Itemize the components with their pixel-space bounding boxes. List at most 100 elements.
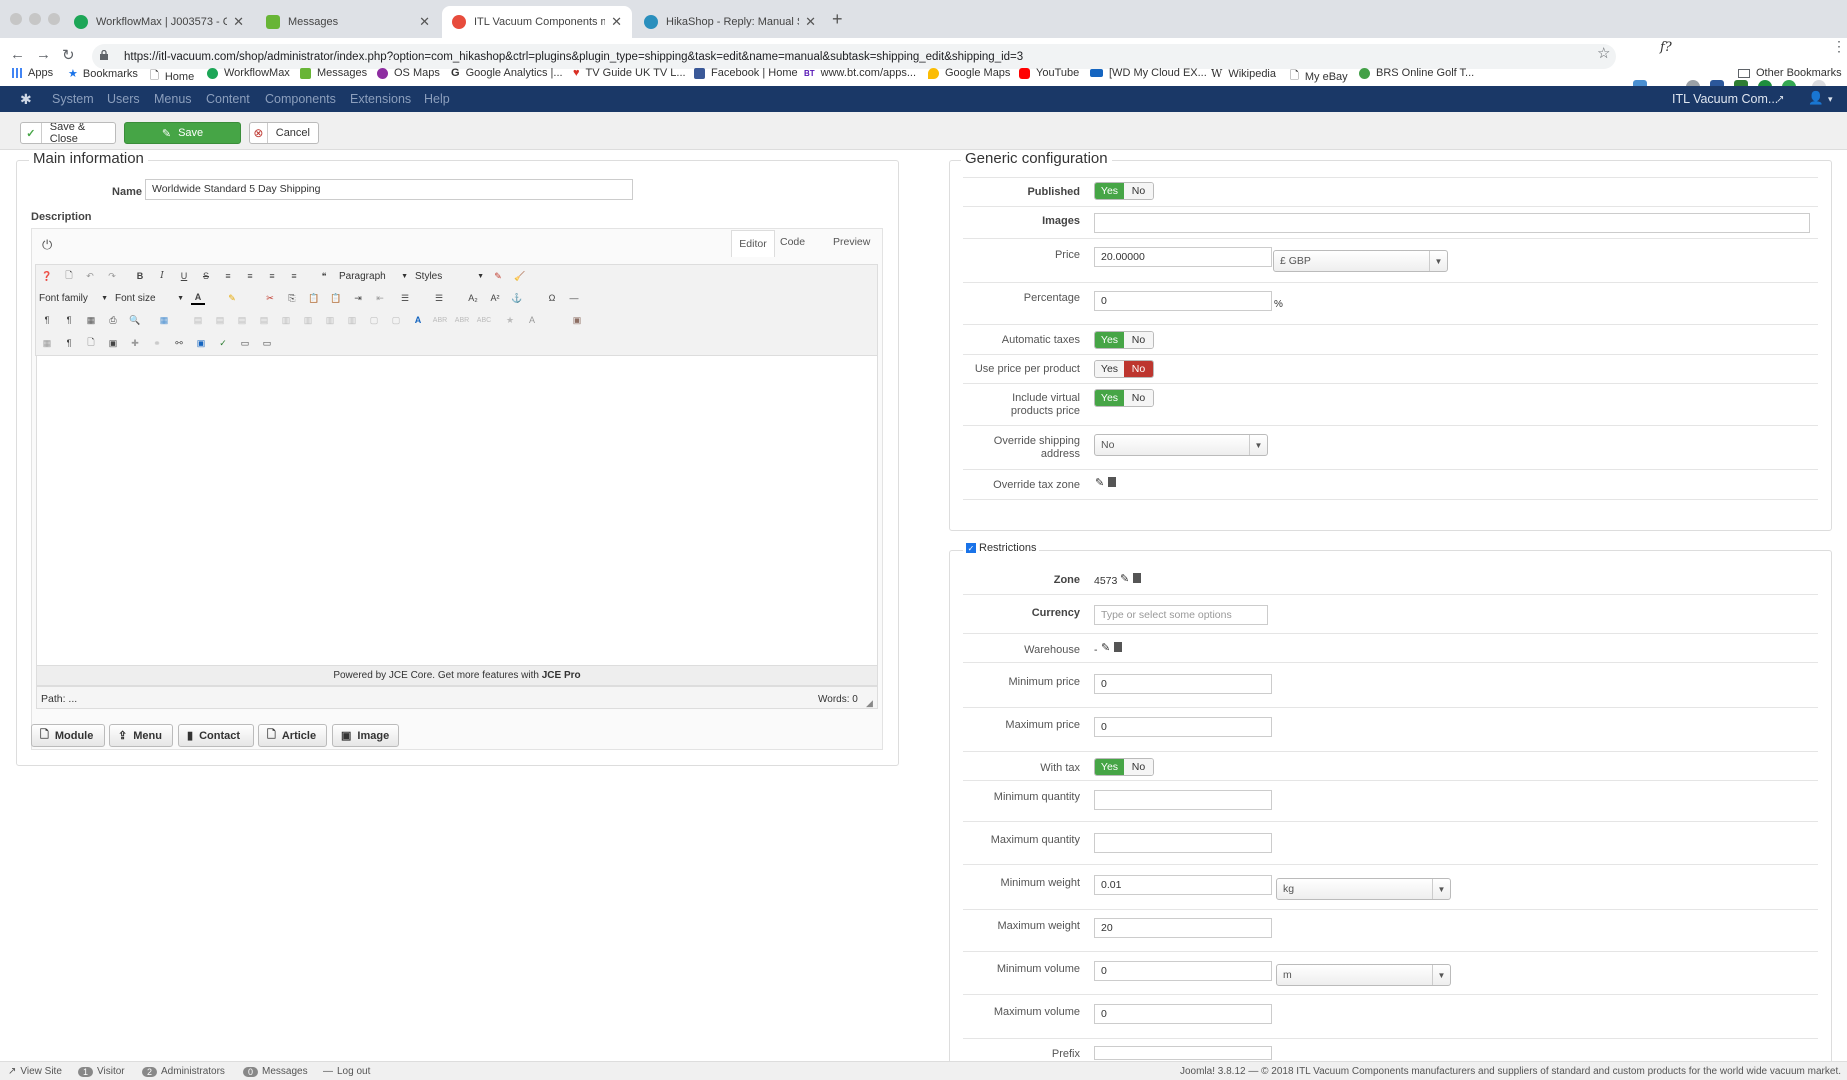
align-justify-icon[interactable]: ≡ (221, 269, 235, 283)
currency-multiselect[interactable]: Type or select some options (1094, 605, 1268, 625)
move-icon[interactable]: ✚ (128, 336, 142, 350)
browser-tab-itl-vacuum[interactable]: ITL Vacuum Components man ✕ (442, 6, 632, 38)
bookmark-home[interactable]: 🗋 Home (150, 67, 194, 86)
layer-icon[interactable]: ▭ (260, 336, 274, 350)
non-break-icon[interactable]: 🗋 (84, 336, 98, 350)
save-close-button[interactable]: ✓ Save & Close (20, 122, 116, 144)
maximum-volume-input[interactable]: 0 (1094, 1004, 1272, 1024)
browser-tab-messages[interactable]: Messages ✕ (256, 6, 440, 38)
automatic-taxes-yes[interactable]: Yes (1095, 332, 1124, 348)
unlink-icon[interactable]: ⚭ (150, 336, 164, 350)
bookmark-os-maps[interactable]: OS Maps (377, 67, 440, 79)
price-currency-select[interactable]: £ GBP ▼ (1273, 250, 1448, 272)
maximum-weight-input[interactable]: 20 (1094, 918, 1272, 938)
published-yes[interactable]: Yes (1095, 183, 1124, 199)
bookmark-facebook[interactable]: Facebook | Home (694, 67, 798, 79)
horizontal-rule-icon[interactable]: — (567, 291, 581, 305)
source-code-icon[interactable]: ▦ (84, 313, 98, 327)
bookmark-google-analytics[interactable]: G Google Analytics |... (451, 67, 563, 79)
undo-icon[interactable]: ↶ (83, 269, 97, 283)
back-arrow-icon[interactable]: ← (10, 46, 25, 63)
bookmark-workflowmax[interactable]: WorkflowMax (207, 67, 290, 79)
bookmark-apps[interactable]: Apps (12, 67, 53, 79)
pencil-icon[interactable]: ✎ (1120, 572, 1129, 585)
resize-handle-icon[interactable]: ◢ (866, 698, 873, 709)
link-icon[interactable]: ⚯ (172, 336, 186, 350)
external-link-icon[interactable]: ↗ (1776, 94, 1784, 105)
visual-chars-icon[interactable]: ¶ (62, 336, 76, 350)
minimum-volume-input[interactable]: 0 (1094, 961, 1272, 981)
with-tax-no[interactable]: No (1124, 759, 1153, 775)
pencil-icon[interactable]: ✎ (1101, 641, 1110, 654)
italic-icon[interactable]: I (155, 269, 169, 283)
caret-down-icon[interactable]: ▾ (1828, 94, 1833, 105)
abbr-icon[interactable]: ABR (433, 313, 447, 327)
trash-icon[interactable] (1133, 573, 1141, 583)
menu-users[interactable]: Users (107, 92, 140, 106)
del-icon[interactable]: ABC (477, 313, 491, 327)
bookmark-wd-cloud[interactable]: [WD My Cloud EX... (1090, 67, 1207, 79)
table-icon[interactable]: ▦ (157, 313, 171, 327)
use-price-per-product-yes[interactable]: Yes (1095, 361, 1124, 377)
row-props-icon[interactable]: ▤ (213, 313, 227, 327)
broom-icon[interactable]: 🧹 (513, 269, 527, 283)
browser-tab-workflowmax[interactable]: WorkflowMax | J003573 - Chi ✕ (64, 6, 254, 38)
messages-link[interactable]: 0 Messages (243, 1066, 308, 1077)
maximum-price-input[interactable]: 0 (1094, 717, 1272, 737)
styles-select[interactable]: Styles ▼ (412, 268, 486, 285)
trash-icon[interactable] (1114, 642, 1122, 652)
reload-icon[interactable]: ↻ (62, 46, 75, 64)
cut-icon[interactable]: ✂ (263, 291, 277, 305)
include-virtual-yes[interactable]: Yes (1095, 390, 1124, 406)
indent-icon[interactable]: ⇥ (351, 291, 365, 305)
save-button[interactable]: ✎ Save (124, 122, 241, 144)
close-tab-icon[interactable]: ✕ (419, 14, 430, 30)
delete-col-icon[interactable]: ▥ (301, 313, 315, 327)
text-case-icon[interactable]: A (525, 313, 539, 327)
bookmark-wikipedia[interactable]: W Wikipedia (1211, 67, 1276, 80)
menu-extensions[interactable]: Extensions (350, 92, 411, 106)
insert-media-icon[interactable]: ▣ (570, 313, 584, 327)
table-props-icon[interactable]: ▢ (367, 313, 381, 327)
browser-tab-hikashop[interactable]: HikaShop - Reply: Manual Ship ✕ (634, 6, 826, 38)
copy-icon[interactable]: ⎘ (285, 291, 299, 305)
price-input[interactable]: 20.00000 (1094, 247, 1272, 267)
paste-text-icon[interactable]: 📋 (329, 291, 343, 305)
template-icon[interactable]: ▭ (238, 336, 252, 350)
style-props-icon[interactable]: A (411, 313, 425, 327)
ltr-icon[interactable]: ¶ (40, 313, 54, 327)
images-input[interactable] (1094, 213, 1810, 233)
view-site-link[interactable]: ↗ View Site (8, 1066, 62, 1077)
special-char-icon[interactable]: Ω (545, 291, 559, 305)
bookmark-brs-golf[interactable]: BRS Online Golf T... (1359, 67, 1474, 79)
align-left-icon[interactable]: ≡ (243, 269, 257, 283)
joomla-logo-icon[interactable]: ✱ (20, 91, 32, 108)
percentage-input[interactable]: 0 (1094, 291, 1272, 311)
bold-icon[interactable]: B (133, 269, 147, 283)
bookmark-messages[interactable]: Messages (300, 67, 367, 79)
strikethrough-icon[interactable]: S (199, 269, 213, 283)
with-tax-yes[interactable]: Yes (1095, 759, 1124, 775)
table-delete-icon[interactable]: ▢ (389, 313, 403, 327)
automatic-taxes-no[interactable]: No (1124, 332, 1153, 348)
search-replace-icon[interactable]: 🔍 (128, 313, 142, 327)
automatic-taxes-toggle[interactable]: Yes No (1094, 331, 1154, 349)
tab-preview[interactable]: Preview (833, 236, 870, 248)
function-extension-icon[interactable]: f? (1660, 40, 1672, 55)
logout-link[interactable]: — Log out (323, 1066, 370, 1077)
toggle-editor-icon[interactable]: ⏻ (42, 237, 52, 253)
cleanup-icon[interactable]: ✎ (491, 269, 505, 283)
menu-system[interactable]: System (52, 92, 94, 106)
address-bar[interactable]: https://itl-vacuum.com/shop/administrato… (92, 44, 1616, 69)
administrators-link[interactable]: 2 Administrators (142, 1066, 225, 1077)
minimize-window-button[interactable] (29, 13, 41, 25)
visual-aid-icon[interactable]: ▦ (40, 336, 54, 350)
visitors-link[interactable]: 1 Visitor (78, 1066, 125, 1077)
include-virtual-no[interactable]: No (1124, 390, 1153, 406)
outdent-icon[interactable]: ⇤ (373, 291, 387, 305)
image-icon[interactable]: ▣ (194, 336, 208, 350)
prefix-input[interactable] (1094, 1046, 1272, 1060)
image-button[interactable]: ▣ Image (332, 724, 399, 747)
browser-menu-icon[interactable]: ⋮ (1832, 38, 1846, 55)
cancel-button[interactable]: ⊗ Cancel (249, 122, 319, 144)
